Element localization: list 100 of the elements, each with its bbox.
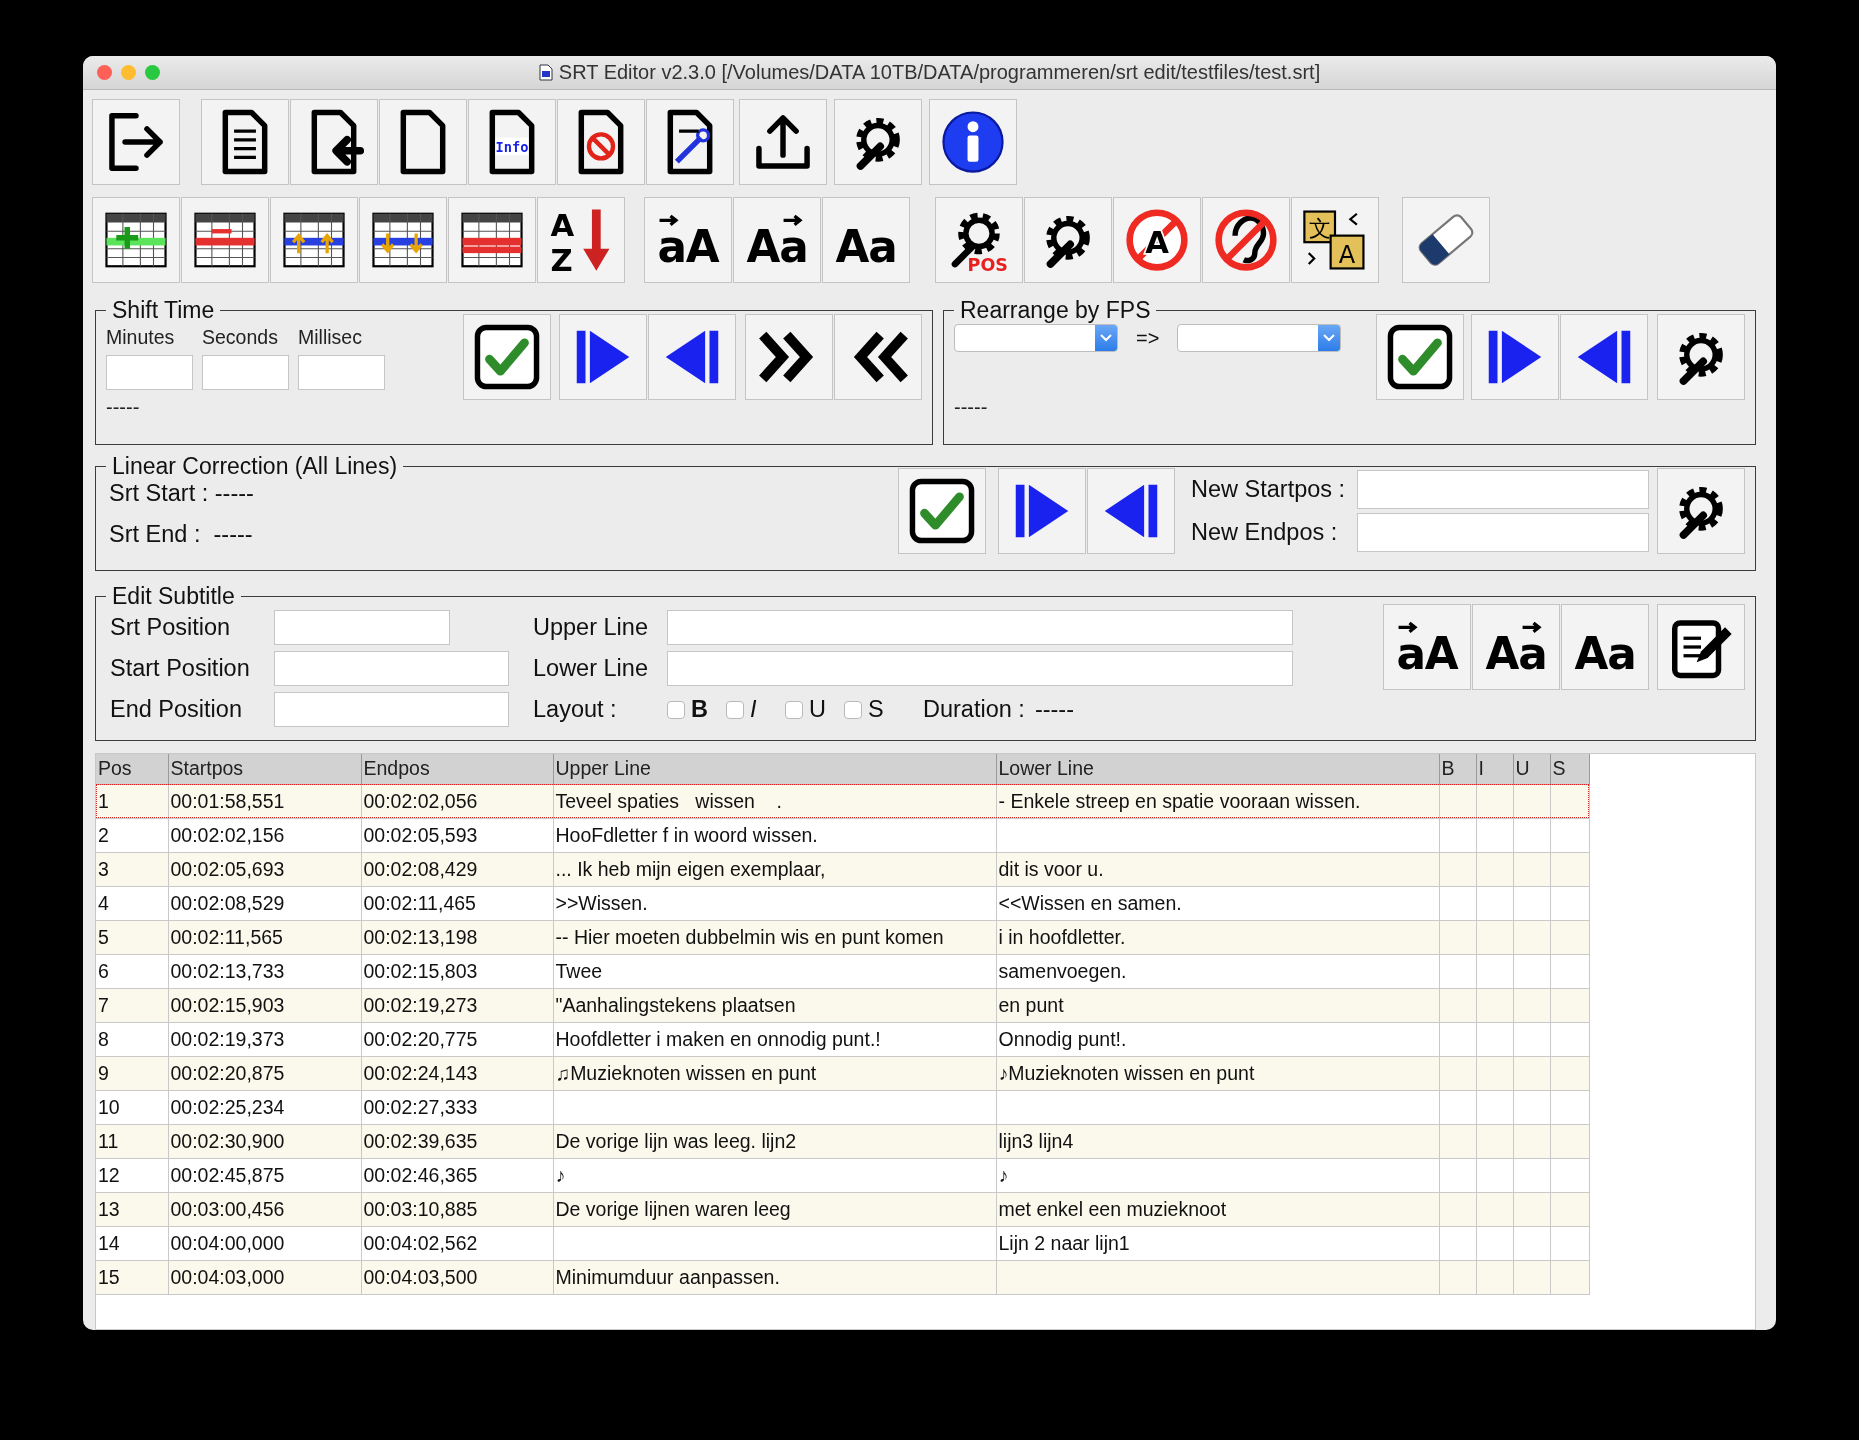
table-cell: 00:02:11,465 — [361, 886, 553, 920]
table-cell: 00:02:20,775 — [361, 1022, 553, 1056]
toolbar-button[interactable] — [1560, 314, 1648, 400]
toolbar-button[interactable] — [1657, 314, 1745, 400]
table-row[interactable]: 4 00:02:08,529 00:02:11,465 >>Wissen. <<Wissen en samen. — [96, 886, 1589, 920]
column-header[interactable]: Startpos — [168, 754, 361, 784]
input-field[interactable] — [274, 651, 509, 686]
toolbar-button[interactable] — [448, 197, 536, 283]
toolbar-button[interactable] — [270, 197, 358, 283]
table-cell: Minimumduur aanpassen. — [553, 1260, 996, 1294]
input-field[interactable] — [1357, 470, 1649, 509]
toolbar-button[interactable] — [559, 314, 647, 400]
toolbar-button[interactable] — [834, 314, 922, 400]
table-cell: 00:04:02,562 — [361, 1226, 553, 1260]
checkbox[interactable] — [785, 700, 803, 719]
toolbar-button[interactable] — [201, 99, 289, 185]
toolbar-button[interactable]: Aa — [1472, 604, 1560, 690]
checkbox[interactable] — [726, 700, 744, 719]
input-field[interactable] — [298, 355, 385, 390]
separator-text: => — [1136, 326, 1160, 350]
toolbar-button[interactable] — [557, 99, 645, 185]
column-header[interactable]: Pos — [96, 754, 168, 784]
toolbar-button[interactable]: 文 A — [1291, 197, 1379, 283]
table-row[interactable]: 8 00:02:19,373 00:02:20,775 Hoofdletter i maken en onnodig punt.! Onnodig punt!. — [96, 1022, 1589, 1056]
toolbar-button[interactable]: Aa — [822, 197, 910, 283]
toolbar-button[interactable]: Aa — [1561, 604, 1649, 690]
table-cell: 00:02:20,875 — [168, 1056, 361, 1090]
table-cell: ... Ik heb mijn eigen exemplaar, — [553, 852, 996, 886]
table-row[interactable]: 12 00:02:45,875 00:02:46,365 ♪ ♪ — [96, 1158, 1589, 1192]
toolbar-button[interactable] — [359, 197, 447, 283]
column-header[interactable]: Endpos — [361, 754, 553, 784]
table-row[interactable]: 13 00:03:00,456 00:03:10,885 De vorige lijnen waren leeg met enkel een muzieknoot — [96, 1192, 1589, 1226]
dropdown[interactable] — [954, 324, 1118, 352]
table-cell: 00:03:10,885 — [361, 1192, 553, 1226]
table-row[interactable]: 5 00:02:11,565 00:02:13,198 -- Hier moeten dubbelmin wis en punt komen i in hoofdletter. — [96, 920, 1589, 954]
table-row[interactable]: 15 00:04:03,000 00:04:03,500 Minimumduur aanpassen. — [96, 1260, 1589, 1294]
table-cell — [1476, 1022, 1513, 1056]
table-row[interactable]: 14 00:04:00,000 00:04:02,562 Lijn 2 naar lijn1 — [96, 1226, 1589, 1260]
toolbar-button[interactable]: Info — [468, 99, 556, 185]
toolbar-button[interactable] — [1657, 468, 1745, 554]
table-row[interactable]: 1 00:01:58,551 00:02:02,056 Teveel spaties wissen . - Enkele streep en spatie vooraan wissen. — [96, 784, 1589, 818]
dropdown[interactable] — [1177, 324, 1342, 352]
column-header[interactable]: U — [1513, 754, 1550, 784]
table-row[interactable]: 10 00:02:25,234 00:02:27,333 — [96, 1090, 1589, 1124]
toolbar-button[interactable] — [1024, 197, 1112, 283]
table-cell — [1476, 1192, 1513, 1226]
table-row[interactable]: 7 00:02:15,903 00:02:19,273 "Aanhalingstekens plaatsen en punt — [96, 988, 1589, 1022]
toolbar-button[interactable] — [290, 99, 378, 185]
toolbar-button[interactable] — [648, 314, 736, 400]
toolbar-button[interactable] — [646, 99, 734, 185]
table-cell — [1550, 784, 1589, 818]
table-cell — [1550, 1124, 1589, 1158]
checkbox[interactable] — [667, 700, 685, 719]
column-header[interactable]: Lower Line — [996, 754, 1439, 784]
toolbar-button[interactable] — [92, 197, 180, 283]
toolbar-button[interactable] — [834, 99, 922, 185]
toolbar-button[interactable] — [1376, 314, 1464, 400]
column-header[interactable]: B — [1439, 754, 1476, 784]
toolbar-button[interactable] — [463, 314, 551, 400]
toolbar-button[interactable]: A Z — [537, 197, 625, 283]
table-row[interactable]: 9 00:02:20,875 00:02:24,143 ♫Muzieknoten wissen en punt ♪Muzieknoten wissen en punt — [96, 1056, 1589, 1090]
input-field[interactable] — [667, 610, 1293, 645]
toolbar-button[interactable]: Aa — [733, 197, 821, 283]
table-cell — [1476, 1056, 1513, 1090]
toolbar-button[interactable] — [1402, 197, 1490, 283]
toolbar-button[interactable]: POS — [935, 197, 1023, 283]
toolbar-button[interactable] — [739, 99, 827, 185]
table-row[interactable]: 3 00:02:05,693 00:02:08,429 ... Ik heb mijn eigen exemplaar, dit is voor u. — [96, 852, 1589, 886]
toolbar-button[interactable] — [998, 468, 1086, 554]
table-cell — [1550, 1022, 1589, 1056]
table-cell: -- Hier moeten dubbelmin wis en punt komen — [553, 920, 996, 954]
toolbar-button[interactable] — [745, 314, 833, 400]
toolbar-button[interactable] — [1202, 197, 1290, 283]
column-header[interactable]: I — [1476, 754, 1513, 784]
toolbar-button[interactable] — [1471, 314, 1559, 400]
column-header[interactable]: Upper Line — [553, 754, 996, 784]
input-field[interactable] — [274, 610, 450, 645]
input-field[interactable] — [667, 651, 1293, 686]
table-cell — [1513, 920, 1550, 954]
checkbox[interactable] — [844, 700, 862, 719]
toolbar-button[interactable] — [1087, 468, 1175, 554]
toolbar-button[interactable] — [929, 99, 1017, 185]
toolbar-button[interactable] — [1657, 604, 1745, 690]
table-row[interactable]: 2 00:02:02,156 00:02:05,593 HooFdletter f in woord wissen. — [96, 818, 1589, 852]
input-field[interactable] — [1357, 513, 1649, 552]
table-cell — [1439, 1090, 1476, 1124]
toolbar-button[interactable] — [92, 99, 180, 185]
table-cell — [1513, 852, 1550, 886]
column-header[interactable]: S — [1550, 754, 1589, 784]
toolbar-button[interactable]: aA — [644, 197, 732, 283]
toolbar-button[interactable] — [898, 468, 986, 554]
toolbar-button[interactable] — [379, 99, 467, 185]
input-field[interactable] — [202, 355, 289, 390]
table-row[interactable]: 11 00:02:30,900 00:02:39,635 De vorige lijn was leeg. lijn2 lijn3 lijn4 — [96, 1124, 1589, 1158]
input-field[interactable] — [106, 355, 193, 390]
input-field[interactable] — [274, 692, 509, 727]
toolbar-button[interactable] — [181, 197, 269, 283]
table-cell — [1476, 886, 1513, 920]
toolbar-button[interactable]: aA — [1383, 604, 1471, 690]
table-row[interactable]: 6 00:02:13,733 00:02:15,803 Twee samenvoegen. — [96, 954, 1589, 988]
